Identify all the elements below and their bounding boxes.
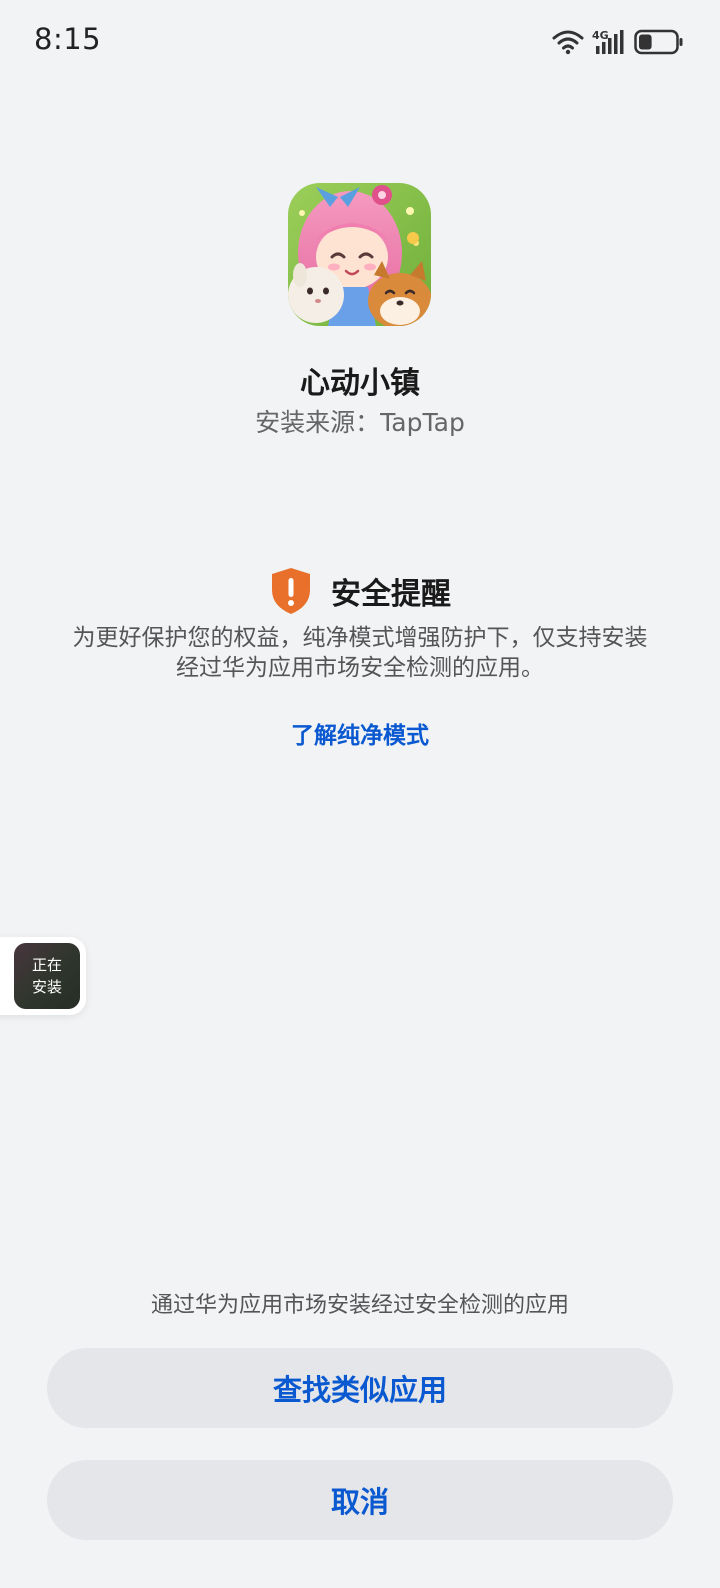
warning-line-1: 为更好保护您的权益，纯净模式增强防护下，仅支持安装: [72, 625, 648, 651]
learn-pure-mode-link[interactable]: 了解纯净模式: [0, 716, 720, 750]
installing-floating-badge[interactable]: 正在 安装: [0, 937, 86, 1015]
battery-icon: [634, 29, 683, 55]
app-name: 心动小镇: [300, 366, 420, 401]
cancel-button[interactable]: 取消: [47, 1460, 673, 1540]
security-warning-header: 安全提醒: [0, 566, 720, 616]
wifi-icon: [552, 30, 584, 55]
installing-label-1: 正在: [31, 956, 62, 974]
network-type-label: 4G: [592, 29, 609, 42]
status-bar: 8:15 4G: [0, 0, 720, 84]
shield-exclamation-icon: [272, 568, 310, 614]
cellular-signal-icon: 4G: [592, 29, 624, 54]
battery-fill: [639, 34, 652, 50]
app-icon: [288, 183, 431, 326]
warning-line-2: 经过华为应用市场安全检测的应用。: [176, 655, 544, 681]
warning-title: 安全提醒: [331, 577, 451, 612]
status-time: 8:15: [34, 22, 102, 56]
install-source: 安装来源：TapTap: [255, 408, 465, 437]
installing-app-tile[interactable]: 正在 安装: [14, 943, 80, 1009]
warning-description: 为更好保护您的权益，纯净模式增强防护下，仅支持安装 经过华为应用市场安全检测的应…: [40, 623, 680, 683]
install-hint: 通过华为应用市场安装经过安全检测的应用: [150, 1293, 569, 1318]
installing-label-2: 安装: [31, 978, 62, 996]
status-icons: 4G: [552, 26, 684, 58]
find-similar-apps-button[interactable]: 查找类似应用: [47, 1348, 673, 1428]
